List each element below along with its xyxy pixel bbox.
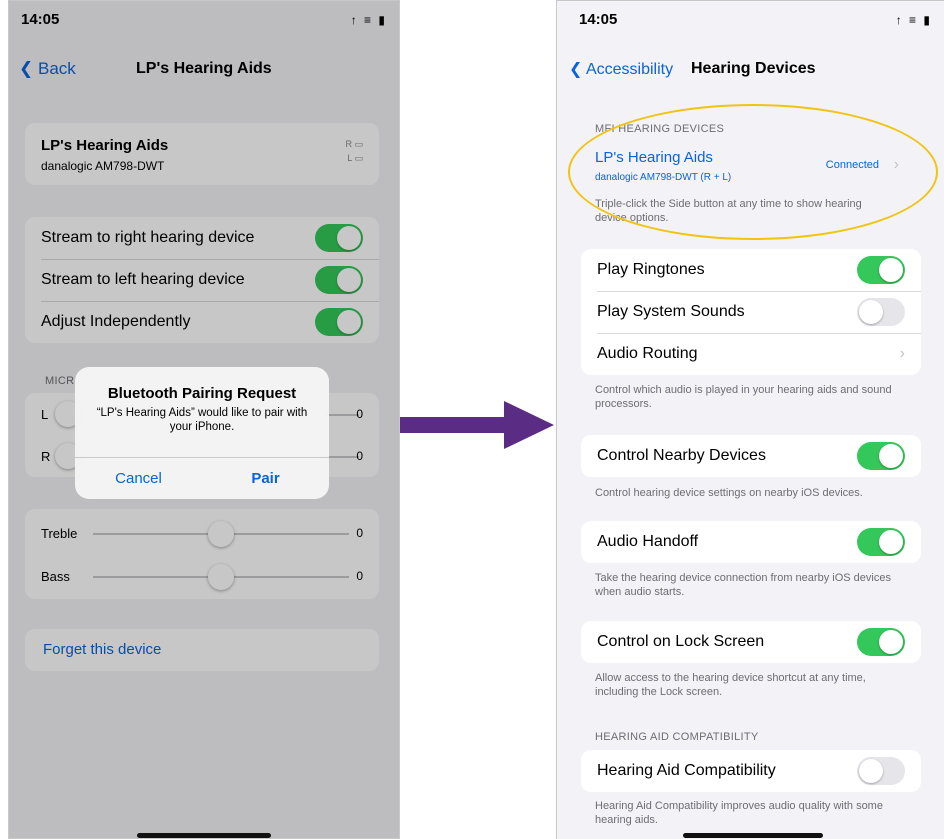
control-nearby-devices-footnote: Control hearing device settings on nearb…	[595, 487, 863, 499]
control-nearby-devices-group: Control Nearby Devices	[581, 435, 921, 477]
audio-handoff-row: Audio Handoff	[581, 521, 921, 563]
hearing-aid-compatibility-toggle[interactable]	[857, 757, 905, 785]
highlight-ellipse	[568, 104, 938, 240]
play-system-sounds-label: Play System Sounds	[597, 303, 745, 320]
left-phone-screen: 14:05 ↑ ≡ ▮ ❮ Back LP's Hearing Aids LP'…	[8, 0, 400, 839]
back-label: Accessibility	[585, 61, 674, 78]
play-system-sounds-row: Play System Sounds	[581, 291, 921, 333]
audio-handoff-footnote: Take the hearing device connection from …	[595, 572, 891, 598]
hearing-aid-compatibility-label: Hearing Aid Compatibility	[597, 762, 776, 779]
hac-section-header: HEARING AID COMPATIBILITY	[595, 731, 759, 743]
audio-routing-label: Audio Routing	[597, 345, 698, 362]
transition-arrow-icon	[400, 417, 506, 433]
play-ringtones-row: Play Ringtones	[581, 249, 921, 291]
status-icons: ↑ ≡ ▮	[895, 13, 932, 27]
alert-message: “LP's Hearing Aids” would like to pair w…	[96, 407, 308, 433]
chevron-left-icon: ❮	[569, 61, 583, 78]
control-lock-screen-label: Control on Lock Screen	[597, 633, 765, 650]
play-ringtones-toggle[interactable]	[857, 256, 905, 284]
chevron-right-icon: ›	[899, 345, 905, 362]
audio-handoff-group: Audio Handoff	[581, 521, 921, 563]
status-time: 14:05	[579, 11, 618, 28]
hearing-aid-compatibility-footnote: Hearing Aid Compatibility improves audio…	[595, 800, 883, 826]
play-system-sounds-toggle[interactable]	[857, 298, 905, 326]
home-indicator	[137, 833, 271, 838]
control-lock-screen-footnote: Allow access to the hearing device short…	[595, 672, 866, 698]
audio-settings-group: Play Ringtones Play System Sounds Audio …	[581, 249, 921, 375]
hearing-aid-compatibility-row: Hearing Aid Compatibility	[581, 750, 921, 792]
control-lock-screen-row: Control on Lock Screen	[581, 621, 921, 663]
control-nearby-devices-toggle[interactable]	[857, 442, 905, 470]
pair-button[interactable]: Pair	[202, 458, 329, 499]
accessibility-back-button[interactable]: ❮ Accessibility	[569, 59, 673, 79]
audio-handoff-toggle[interactable]	[857, 528, 905, 556]
control-nearby-devices-label: Control Nearby Devices	[597, 447, 766, 464]
hearing-aid-compatibility-group: Hearing Aid Compatibility	[581, 750, 921, 792]
home-indicator	[683, 833, 823, 838]
control-nearby-devices-row: Control Nearby Devices	[581, 435, 921, 477]
audio-routing-footnote: Control which audio is played in your he…	[595, 384, 892, 410]
control-lock-screen-group: Control on Lock Screen	[581, 621, 921, 663]
control-lock-screen-toggle[interactable]	[857, 628, 905, 656]
play-ringtones-label: Play Ringtones	[597, 261, 705, 278]
cancel-button[interactable]: Cancel	[75, 458, 202, 499]
bluetooth-pairing-alert: Bluetooth Pairing Request “LP's Hearing …	[75, 367, 329, 499]
audio-routing-row[interactable]: Audio Routing ›	[581, 333, 921, 375]
alert-title: Bluetooth Pairing Request	[107, 385, 297, 402]
arrow-head-icon	[504, 401, 554, 449]
page-title: Hearing Devices	[691, 60, 816, 77]
audio-handoff-label: Audio Handoff	[597, 533, 699, 550]
